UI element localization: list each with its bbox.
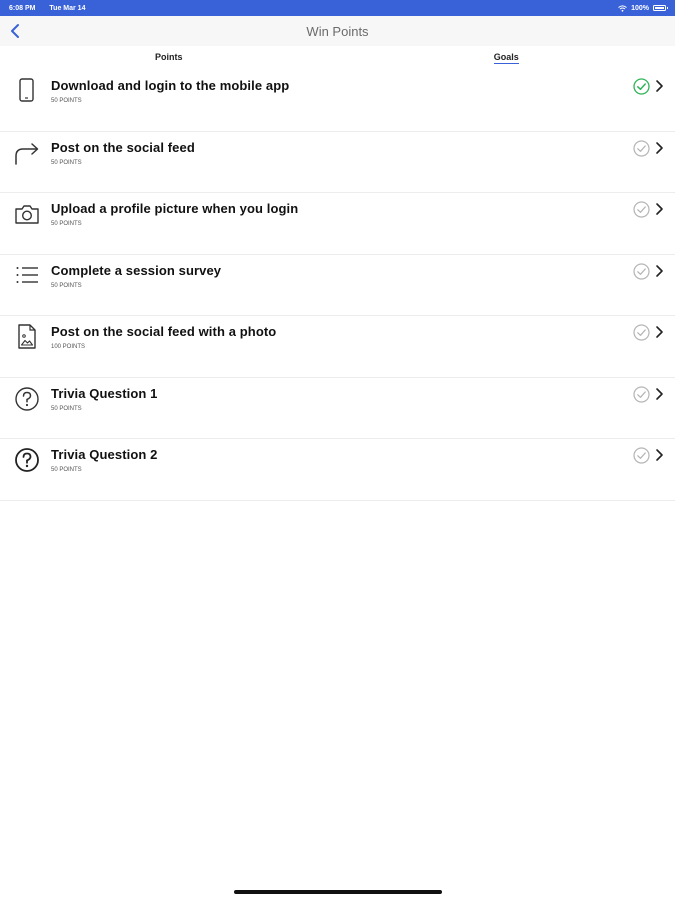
tab-bar: Points Goals <box>0 46 675 70</box>
goal-points: 50 POINTS <box>51 98 82 104</box>
goal-title: Complete a session survey <box>51 262 222 278</box>
goal-title: Upload a profile picture when you login <box>51 201 299 216</box>
goal-title: Download and login to the mobile app <box>51 78 290 93</box>
check-circle-incomplete-icon <box>633 262 650 280</box>
status-right: 100% <box>618 4 668 12</box>
goal-points: 50 POINTS <box>51 282 82 289</box>
goal-row[interactable]: Post on the social feed with a photo 100… <box>0 316 675 378</box>
status-date: Tue Mar 14 <box>49 4 86 12</box>
tab-points-label: Points <box>154 52 183 62</box>
check-circle-incomplete-icon <box>633 385 650 403</box>
camera-icon <box>15 205 39 224</box>
chevron-right-icon <box>656 264 663 277</box>
goal-row[interactable]: Post on the social feed 50 POINTS <box>0 132 675 193</box>
back-chevron-icon[interactable] <box>8 22 24 40</box>
battery-icon <box>653 5 668 11</box>
page-title: Win Points <box>306 23 369 39</box>
goal-points: 50 POINTS <box>51 159 82 166</box>
question-icon <box>15 386 39 411</box>
share-arrow-icon <box>15 142 39 165</box>
chevron-right-icon <box>656 203 663 215</box>
goal-row[interactable]: Trivia Question 1 50 POINTS <box>0 378 675 439</box>
check-circle-incomplete-icon <box>633 139 650 157</box>
chevron-right-icon <box>656 80 663 92</box>
tab-goals[interactable]: Goals <box>338 46 675 70</box>
status-time: 6:08 PM <box>9 4 36 12</box>
check-circle-incomplete-icon <box>633 201 650 218</box>
check-circle-incomplete-icon <box>633 447 650 464</box>
list-icon <box>16 266 38 283</box>
question-icon <box>15 448 39 472</box>
home-indicator[interactable] <box>234 890 442 894</box>
goal-title: Trivia Question 1 <box>51 385 158 401</box>
goal-points: 100 POINTS <box>51 344 86 350</box>
phone-icon <box>19 78 34 102</box>
wifi-icon <box>618 4 627 12</box>
goal-title: Post on the social feed with a photo <box>51 324 277 339</box>
status-bar: 6:08 PM Tue Mar 14 100% <box>0 0 675 16</box>
battery-percent: 100% <box>631 4 649 12</box>
goal-points: 50 POINTS <box>51 467 82 473</box>
goal-points: 50 POINTS <box>51 221 82 227</box>
goal-list: Download and login to the mobile app 50 … <box>0 70 675 501</box>
image-file-icon <box>18 324 36 349</box>
goal-title: Trivia Question 2 <box>51 447 158 462</box>
tab-goals-label: Goals <box>493 52 519 64</box>
goal-row[interactable]: Complete a session survey 50 POINTS <box>0 255 675 316</box>
tab-points[interactable]: Points <box>0 46 338 70</box>
chevron-right-icon <box>656 449 663 461</box>
goal-row[interactable]: Trivia Question 2 50 POINTS <box>0 439 675 501</box>
nav-bar: Win Points <box>0 16 675 46</box>
goal-title: Post on the social feed <box>51 139 195 155</box>
status-left: 6:08 PM Tue Mar 14 <box>9 5 97 12</box>
chevron-right-icon <box>656 141 663 154</box>
goal-row[interactable]: Download and login to the mobile app 50 … <box>0 70 675 132</box>
check-circle-incomplete-icon <box>633 324 650 341</box>
goal-row[interactable]: Upload a profile picture when you login … <box>0 193 675 255</box>
chevron-right-icon <box>656 326 663 338</box>
goal-points: 50 POINTS <box>51 405 82 412</box>
check-circle-complete-icon <box>633 78 650 95</box>
chevron-right-icon <box>656 387 663 400</box>
